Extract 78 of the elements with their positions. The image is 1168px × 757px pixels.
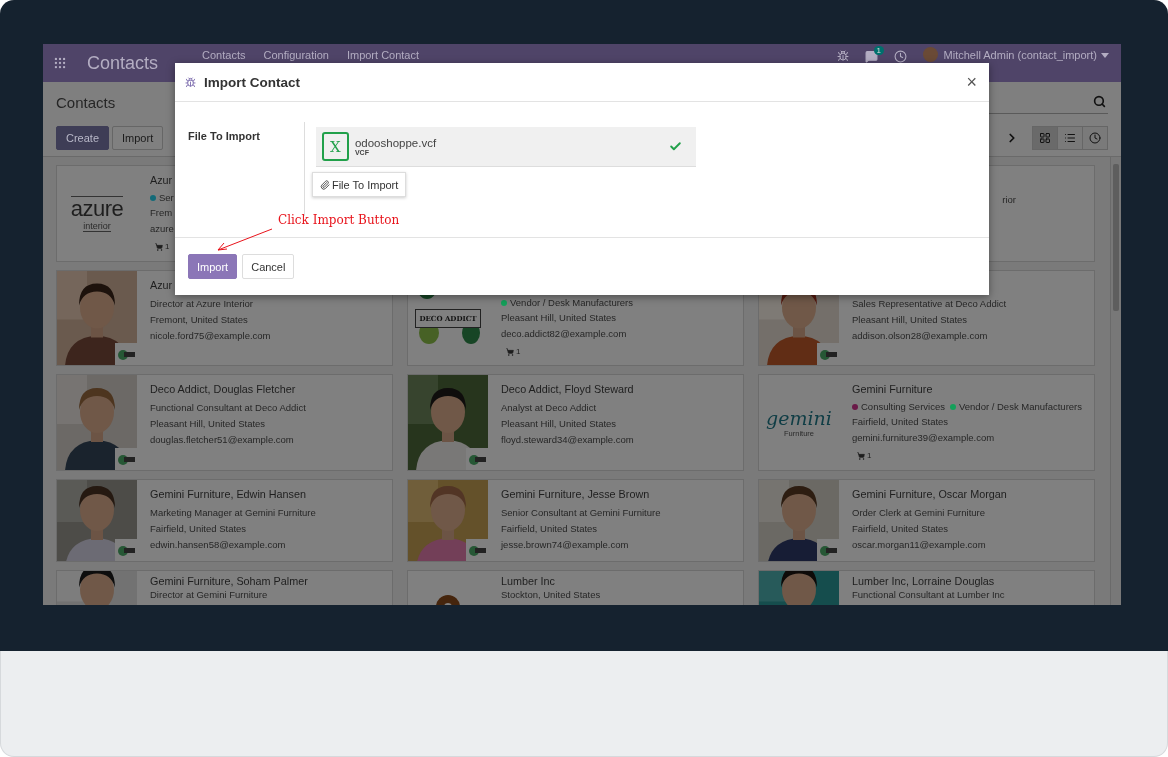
menu-item[interactable]: Contacts: [202, 49, 246, 61]
email-text: jesse.brown74@example.com: [501, 538, 630, 552]
card-text: Pleasant Hill, United States: [150, 417, 267, 431]
contact-card[interactable]: Gemini Furniture, Edwin Hansen Marketing Manager at Gemini Furniture Fairfield, United States edwin.hansen58@example.com: [56, 479, 393, 562]
contact-name: Gemini Furniture, Edwin Hansen: [150, 487, 308, 502]
contact-name: Gemini Furniture, Jesse Brown: [501, 487, 651, 502]
email-text: douglas.fletcher51@example.com: [150, 433, 295, 447]
app-name: Contacts: [87, 52, 159, 74]
contact-name: Gemini Furniture: [852, 382, 934, 397]
contact-card[interactable]: Gemini Furniture, Oscar Morgan Order Clerk at Gemini Furniture Fairfield, United States oscar.morgan11@example.com: [758, 479, 1095, 562]
contact-name: Deco Addict, Douglas Fletcher: [150, 382, 297, 397]
contact-card[interactable]: Deco Addict, Douglas Fletcher Functional Consultant at Deco Addict Pleasant Hill, United States douglas.fletcher51@example.com: [56, 374, 393, 471]
create-button[interactable]: Create: [56, 126, 110, 150]
contact-name: Azur: [150, 173, 174, 188]
card-text: Director at Gemini Furniture: [150, 588, 269, 602]
card-text: Functional Consultant at Lumber Inc: [852, 588, 1005, 602]
menu-item[interactable]: Import Contact: [346, 49, 420, 61]
contact-card[interactable]: Gemini Furniture, Soham Palmer Director at Gemini Furniture: [56, 570, 393, 605]
upload-button[interactable]: File To Import: [311, 172, 407, 197]
category-tag: Ser: [150, 191, 174, 205]
logo-subtitle: interior: [83, 220, 111, 232]
contact-card[interactable]: Deco Addict, Floyd Steward Analyst at Deco Addict Pleasant Hill, United States floyd.steward34@example.com: [407, 374, 744, 471]
menu-item[interactable]: Configuration: [263, 49, 329, 61]
email-text: deco.addict82@example.com: [501, 327, 628, 341]
sales-count: 1: [857, 451, 1082, 460]
email-text: nicole.ford75@example.com: [150, 329, 271, 343]
contact-card[interactable]: Lumber Inc, Lorraine Douglas Functional Consultant at Lumber Inc: [758, 570, 1095, 605]
card-text: Fairfield, United States: [852, 522, 950, 536]
card-text: Order Clerk at Gemini Furniture: [852, 506, 987, 520]
email-text: gemini.furniture39@example.com: [852, 431, 996, 445]
email-text: edwin.hansen58@example.com: [150, 538, 287, 552]
logo-text: gemini: [766, 407, 832, 429]
card-text: Pleasant Hill, United States: [501, 311, 618, 325]
card-text: rior: [1002, 193, 1016, 207]
contact-card[interactable]: Gemini Furniture, Jesse Brown Senior Consultant at Gemini Furniture Fairfield, United States jesse.brown74@example.com: [407, 479, 744, 562]
card-text: Stockton, United States: [501, 588, 601, 602]
contact-name: Gemini Furniture, Oscar Morgan: [852, 487, 1007, 502]
contact-name: Deco Addict, Floyd Steward: [501, 382, 634, 397]
field-label: File To Import: [188, 130, 260, 142]
breadcrumb[interactable]: Contacts: [56, 93, 116, 111]
card-text: Pleasant Hill, United States: [501, 417, 618, 431]
email-text: floyd.steward34@example.com: [501, 433, 634, 447]
contact-name: Gemini Furniture, Soham Palmer: [150, 574, 308, 588]
card-text: Frem: [150, 206, 174, 220]
contact-card[interactable]: Lumber Inc Stockton, United States: [407, 570, 744, 605]
cancel-button[interactable]: Cancel: [242, 254, 295, 279]
category-tag: Vendor / Desk Manufacturers: [501, 296, 634, 310]
card-text: azure: [150, 222, 174, 236]
file-type-icon: X: [321, 132, 349, 161]
card-text: Fairfield, United States: [852, 415, 950, 429]
card-text: Director at Azure Interior: [150, 297, 254, 311]
card-text: Fairfield, United States: [501, 522, 599, 536]
card-text: Sales Representative at Deco Addict: [852, 297, 1007, 311]
dialog-title: Import Contact: [204, 74, 300, 90]
logo-text: azure: [70, 195, 124, 221]
annotation-text: Click Import Button: [278, 213, 400, 227]
contact-name: Lumber Inc, Lorraine Douglas: [852, 574, 996, 588]
file-name: odooshoppe.vcf: [354, 137, 437, 149]
card-text: Senior Consultant at Gemini Furniture: [501, 506, 661, 520]
card-text: Marketing Manager at Gemini Furniture: [150, 506, 316, 520]
import-button[interactable]: Import: [112, 126, 164, 150]
card-text: Pleasant Hill, United States: [852, 313, 969, 327]
card-text: Fremont, United States: [150, 313, 249, 327]
sales-count: 1: [155, 242, 174, 251]
contact-name: Lumber Inc: [501, 574, 556, 588]
card-text: Analyst at Deco Addict: [501, 401, 598, 415]
contact-name: Azur: [150, 278, 174, 293]
import-button[interactable]: Import: [188, 254, 238, 279]
card-text: Fairfield, United States: [150, 522, 248, 536]
category-tag: Consulting Services: [852, 400, 945, 414]
email-text: oscar.morgan11@example.com: [852, 538, 987, 552]
user-menu[interactable]: Mitchell Admin (contact_import): [943, 49, 1097, 61]
message-count: 1: [873, 46, 884, 55]
sales-count: 1: [506, 347, 634, 356]
card-text: Functional Consultant at Deco Addict: [150, 401, 306, 415]
close-button[interactable]: ×: [966, 71, 977, 93]
category-tag: Vendor / Desk Manufacturers: [949, 400, 1082, 414]
email-text: addison.olson28@example.com: [852, 329, 989, 343]
